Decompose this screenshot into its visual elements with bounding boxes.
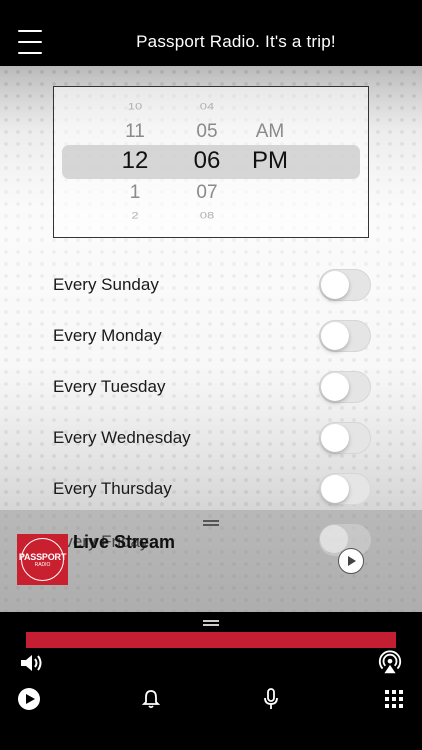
period-option[interactable]: AM: [245, 121, 295, 143]
stream-title: Live Stream: [73, 532, 176, 552]
hour-option[interactable]: 10: [110, 101, 160, 112]
sunday-toggle[interactable]: [319, 269, 371, 301]
page-title: Passport Radio. It's a trip!: [136, 32, 336, 51]
microphone-icon[interactable]: [258, 686, 284, 712]
hour-option[interactable]: 2: [110, 210, 160, 221]
minute-selected[interactable]: 06: [182, 147, 232, 175]
bell-icon[interactable]: [138, 686, 164, 712]
airplay-icon[interactable]: [377, 650, 403, 676]
wednesday-toggle[interactable]: [319, 422, 371, 454]
tuesday-toggle[interactable]: [319, 371, 371, 403]
station-artwork: PASSPORT RADIO: [17, 534, 68, 585]
day-label: Every Tuesday: [53, 377, 166, 396]
grid-icon[interactable]: [381, 686, 407, 712]
artwork-logo-sub: RADIO: [34, 561, 51, 568]
play-icon[interactable]: [338, 548, 364, 574]
day-row-sunday: Every Sunday: [0, 266, 422, 306]
day-row-thursday: Every Thursday: [0, 470, 422, 510]
day-label: Every Monday: [53, 326, 162, 345]
period-selected[interactable]: PM: [245, 147, 295, 175]
minute-option[interactable]: 07: [182, 182, 232, 204]
minute-option[interactable]: 05: [182, 121, 232, 143]
drag-handle[interactable]: [203, 520, 219, 526]
thursday-toggle[interactable]: [319, 473, 371, 505]
drag-handle[interactable]: [203, 620, 219, 626]
hour-selected[interactable]: 12: [110, 147, 160, 175]
day-row-tuesday: Every Tuesday: [0, 368, 422, 408]
minute-option[interactable]: 08: [182, 210, 232, 221]
artwork-logo-text: PASSPORT: [18, 551, 67, 562]
progress-bar[interactable]: [26, 632, 396, 648]
time-picker[interactable]: 10 11 12 1 2 04 05 06 07 08 AM PM: [53, 86, 369, 238]
app-header: Passport Radio. It's a trip!: [0, 0, 422, 66]
day-label: Every Thursday: [53, 479, 172, 498]
day-row-wednesday: Every Wednesday: [0, 419, 422, 459]
hour-option[interactable]: 1: [110, 182, 160, 204]
monday-toggle[interactable]: [319, 320, 371, 352]
day-label: Every Wednesday: [53, 428, 191, 447]
play-icon[interactable]: [16, 686, 42, 712]
hour-option[interactable]: 11: [110, 121, 160, 143]
day-label: Every Sunday: [53, 275, 159, 294]
day-row-monday: Every Monday: [0, 317, 422, 357]
mini-player[interactable]: Every Friday PASSPORT RADIO Live Stream: [0, 510, 422, 612]
volume-icon[interactable]: [18, 650, 44, 676]
menu-icon[interactable]: [18, 30, 42, 54]
player-controls: [0, 612, 422, 750]
minute-option[interactable]: 04: [182, 101, 232, 112]
